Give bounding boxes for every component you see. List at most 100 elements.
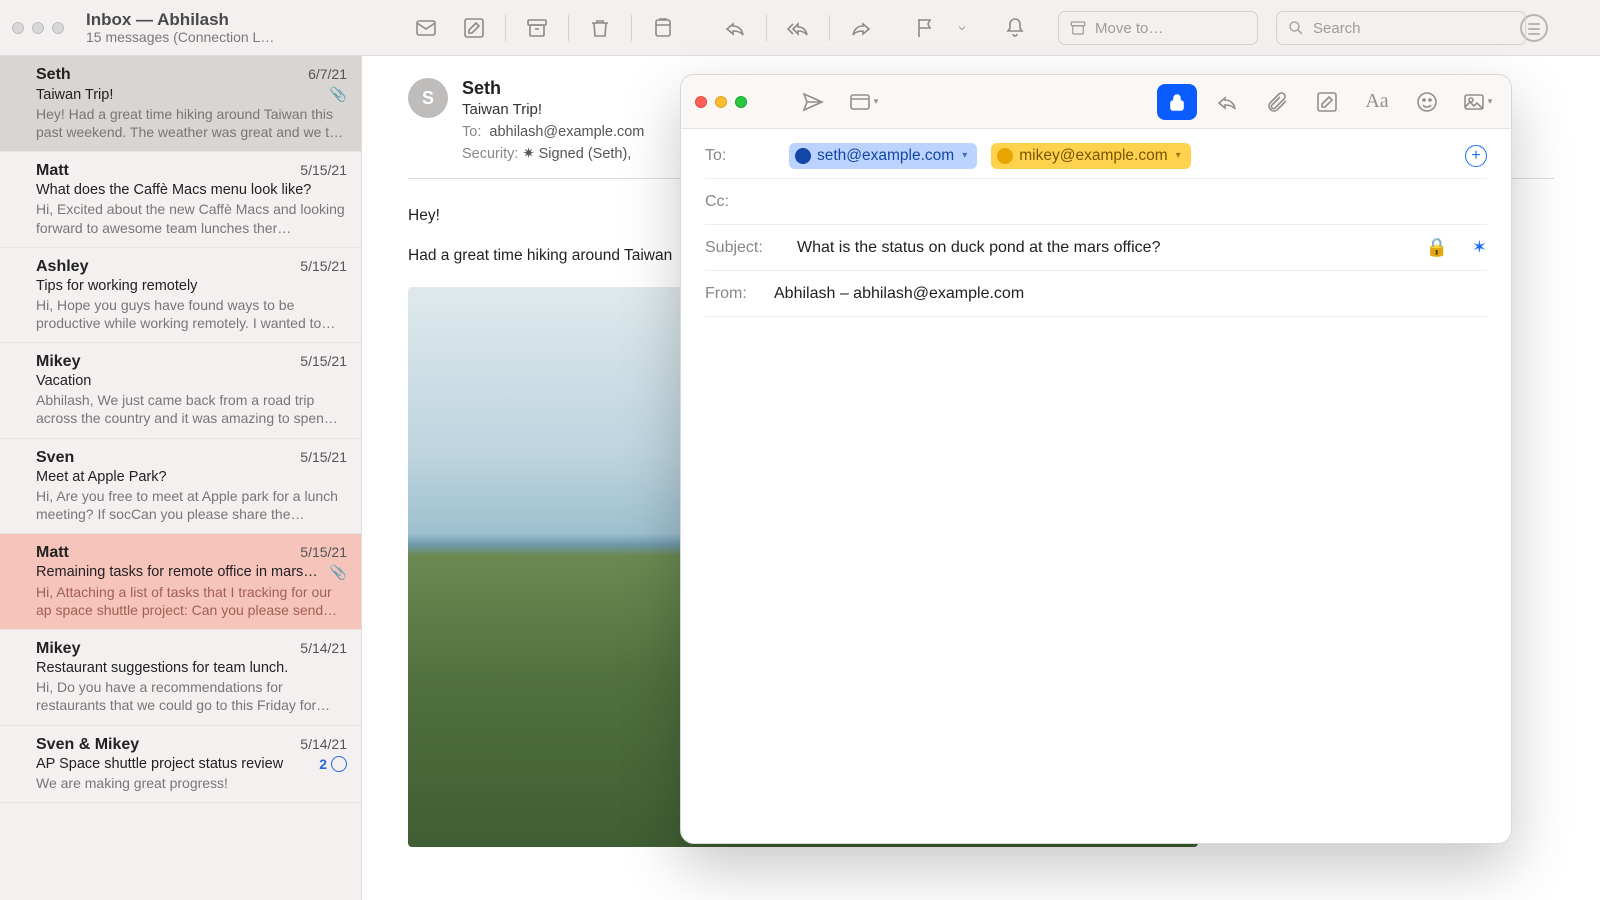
subject-value: What is the status on duck pond at the m… (797, 239, 1160, 257)
message-preview: Hi, Attaching a list of tasks that I tra… (36, 583, 347, 619)
emoji-button[interactable] (1407, 84, 1447, 120)
attach-button[interactable] (1257, 84, 1297, 120)
message-sender: Matt (36, 162, 69, 180)
message-date: 5/14/21 (300, 736, 347, 752)
from-value: Abhilash – abhilash@example.com (774, 285, 1024, 303)
search-field[interactable]: Search (1276, 11, 1526, 45)
message-sender: Seth (36, 66, 71, 84)
encrypt-toggle[interactable] (1157, 84, 1197, 120)
chevron-down-icon: ▾ (962, 150, 967, 161)
reply-header-button[interactable] (1207, 84, 1247, 120)
cc-row[interactable]: Cc: (705, 179, 1487, 225)
message-subject: AP Space shuttle project status review (36, 756, 283, 772)
message-list[interactable]: Seth 6/7/21 Taiwan Trip! 📎 Hey! Had a grea… (0, 56, 362, 900)
message-row[interactable]: Mikey5/14/21 Restaurant suggestions for … (0, 630, 361, 725)
signed-seal-icon: ✶ (1472, 237, 1487, 258)
window-subtitle: 15 messages (Connection L… (86, 29, 274, 45)
compose-body[interactable] (681, 321, 1511, 791)
message-date: 5/15/21 (300, 162, 347, 178)
message-date: 5/15/21 (300, 544, 347, 560)
message-row[interactable]: Matt 5/15/21 Remaining tasks for remote o… (0, 534, 361, 630)
security-value: Signed (Seth), (539, 146, 632, 162)
separator (766, 15, 767, 41)
cc-label: Cc: (705, 193, 775, 211)
message-date: 6/7/21 (308, 66, 347, 82)
move-to-placeholder: Move to… (1095, 20, 1163, 37)
message-row[interactable]: Mikey5/15/21 Vacation Abhilash, We just … (0, 343, 361, 438)
reply-button[interactable] (714, 10, 756, 46)
lock-icon: 🔒 (1425, 237, 1447, 258)
photo-browser-button[interactable]: ▾ (1457, 84, 1497, 120)
compose-traffic-lights (695, 96, 747, 108)
message-sender: Sven & Mikey (36, 736, 139, 754)
message-row[interactable]: Sven 5/15/21 Meet at Apple Park? Hi, Are … (0, 439, 361, 534)
compose-window: ▾ Aa ▾ To: seth@example.com▾ mikey@examp… (680, 74, 1512, 844)
compose-header-fields: To: seth@example.com▾ mikey@example.com▾… (681, 129, 1511, 321)
message-preview: Hi, Hope you guys have found ways to be … (36, 296, 347, 332)
add-recipient-button[interactable]: + (1465, 145, 1487, 167)
compose-close-button[interactable] (695, 96, 707, 108)
message-preview: Hi, Do you have a recommendations for re… (36, 678, 347, 714)
recipient-chip[interactable]: seth@example.com▾ (789, 143, 977, 169)
compose-button[interactable] (453, 10, 495, 46)
compose-zoom-button[interactable] (735, 96, 747, 108)
get-mail-button[interactable] (405, 10, 447, 46)
separator (631, 15, 632, 41)
reading-from: Seth (462, 78, 644, 99)
compose-toolbar: ▾ Aa ▾ (681, 75, 1511, 129)
attachment-icon: 📎 (330, 564, 347, 581)
message-sender: Sven (36, 449, 74, 467)
forward-button[interactable] (840, 10, 882, 46)
move-to-select[interactable]: Move to… (1058, 11, 1258, 45)
message-subject: Taiwan Trip! (36, 87, 113, 103)
message-subject: Remaining tasks for remote office in mar… (36, 564, 318, 580)
message-preview: Hey! Had a great time hiking around Taiw… (36, 105, 347, 141)
mute-button[interactable] (994, 10, 1036, 46)
message-preview: We are making great progress! (36, 774, 347, 792)
message-date: 5/15/21 (300, 353, 347, 369)
format-button[interactable]: Aa (1357, 84, 1397, 120)
junk-button[interactable] (642, 10, 684, 46)
reply-all-button[interactable] (777, 10, 819, 46)
window-title: Inbox — Abhilash (86, 10, 274, 30)
message-subject: Meet at Apple Park? (36, 469, 167, 485)
subject-row[interactable]: Subject: What is the status on duck pond… (705, 225, 1487, 271)
sender-avatar[interactable]: S (408, 78, 448, 118)
markup-button[interactable] (1307, 84, 1347, 120)
minimize-window-button[interactable] (32, 22, 44, 34)
message-preview: Abhilash, We just came back from a road … (36, 391, 347, 427)
message-sender: Matt (36, 544, 69, 562)
message-sender: Mikey (36, 353, 80, 371)
message-row[interactable]: Seth6/7/21 Taiwan Trip!📎 Hey! Had a grea… (0, 56, 361, 152)
separator (829, 15, 830, 41)
to-label: To: (462, 124, 481, 140)
flag-menu-button[interactable] (952, 10, 972, 46)
message-sender: Ashley (36, 258, 88, 276)
message-date: 5/15/21 (300, 449, 347, 465)
flag-button[interactable] (904, 10, 946, 46)
message-preview: Hi, Are you free to meet at Apple park f… (36, 487, 347, 523)
message-sender: Mikey (36, 640, 80, 658)
to-row[interactable]: To: seth@example.com▾ mikey@example.com▾… (705, 133, 1487, 179)
reading-subject: Taiwan Trip! (462, 101, 644, 118)
message-subject: Restaurant suggestions for team lunch. (36, 660, 288, 676)
from-row[interactable]: From: Abhilash – abhilash@example.com (705, 271, 1487, 317)
header-fields-button[interactable]: ▾ (843, 84, 883, 120)
message-subject: What does the Caffè Macs menu look like? (36, 182, 311, 198)
delete-button[interactable] (579, 10, 621, 46)
security-label: Security: (462, 146, 518, 162)
separator (505, 15, 506, 41)
thread-indicator: 2 (319, 756, 347, 772)
send-button[interactable] (793, 84, 833, 120)
to-label: To: (705, 147, 775, 165)
archive-button[interactable] (516, 10, 558, 46)
compose-minimize-button[interactable] (715, 96, 727, 108)
message-row[interactable]: Matt 5/15/21 What does the Caffè Macs men… (0, 152, 361, 247)
zoom-window-button[interactable] (52, 22, 64, 34)
message-row[interactable]: Sven & Mikey 5/14/21 AP Space shuttle pro… (0, 726, 361, 803)
recipient-chip[interactable]: mikey@example.com▾ (991, 143, 1190, 169)
message-preview: Hi, Excited about the new Caffè Macs and… (36, 200, 347, 236)
mention-icon (331, 756, 347, 772)
close-window-button[interactable] (12, 22, 24, 34)
message-row[interactable]: Ashley5/15/21 Tips for working remotely … (0, 248, 361, 343)
